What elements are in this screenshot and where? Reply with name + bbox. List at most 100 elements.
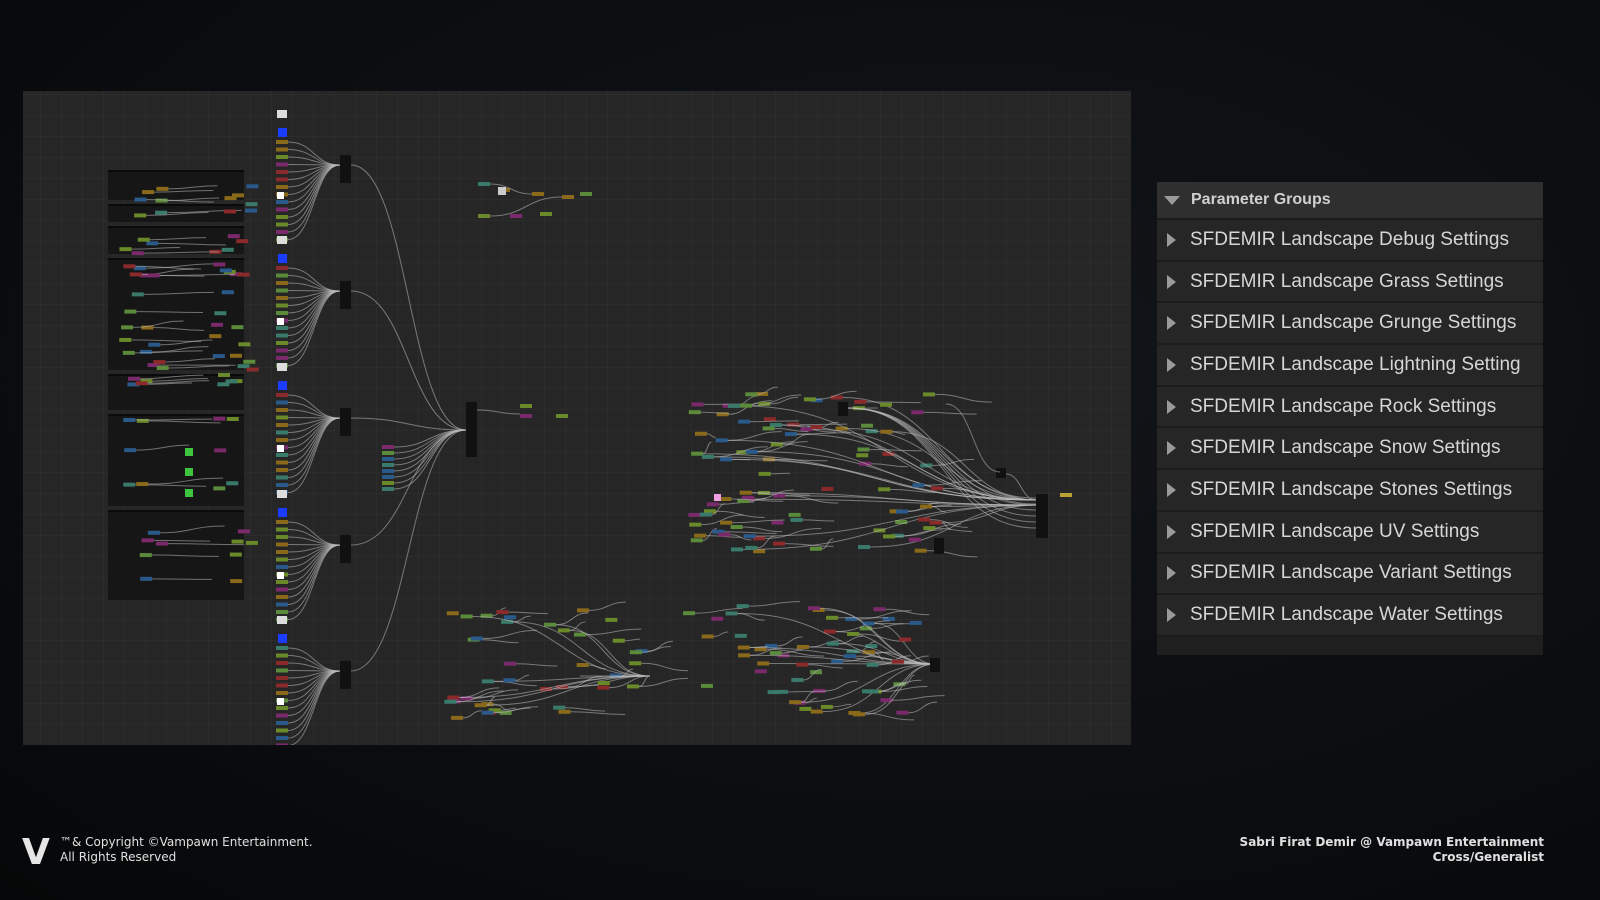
parameter-node[interactable] <box>276 393 288 397</box>
parameter-node[interactable] <box>701 454 714 459</box>
parameter-node[interactable] <box>544 622 557 627</box>
parameter-node[interactable] <box>276 400 288 405</box>
parameter-node[interactable] <box>909 620 922 625</box>
parameter-node[interactable] <box>153 360 166 365</box>
parameter-node[interactable] <box>873 607 886 612</box>
parameter-node[interactable] <box>218 372 231 377</box>
parameter-node[interactable] <box>763 417 776 422</box>
parameter-node[interactable] <box>727 403 740 408</box>
parameter-node[interactable] <box>558 709 571 714</box>
parameter-node[interactable] <box>856 453 869 458</box>
parameter-node[interactable] <box>478 214 490 218</box>
parameter-node[interactable] <box>213 416 226 421</box>
parameter-node[interactable] <box>810 709 823 714</box>
parameter-node[interactable] <box>771 520 784 525</box>
parameter-node[interactable] <box>861 423 874 428</box>
parameter-node[interactable] <box>791 677 804 682</box>
parameter-node[interactable] <box>276 326 288 330</box>
parameter-node[interactable] <box>481 710 494 715</box>
parameter-node[interactable] <box>382 457 394 461</box>
parameter-node[interactable] <box>701 634 714 639</box>
parameter-node[interactable] <box>738 653 751 658</box>
expand-arrow-icon[interactable] <box>1167 316 1176 331</box>
white-node[interactable] <box>277 698 284 705</box>
parameter-node[interactable] <box>134 213 147 218</box>
parameter-node[interactable] <box>725 611 738 616</box>
parameter-node[interactable] <box>276 207 288 212</box>
parameter-node[interactable] <box>914 548 927 553</box>
parameter-node[interactable] <box>896 509 909 514</box>
expand-arrow-icon[interactable] <box>1167 274 1176 289</box>
parameter-node[interactable] <box>880 429 893 434</box>
parameter-node[interactable] <box>276 668 288 673</box>
output-node[interactable] <box>1036 494 1048 538</box>
parameter-node[interactable] <box>382 445 394 449</box>
parameter-node[interactable] <box>276 356 288 360</box>
parameter-node[interactable] <box>694 431 707 436</box>
material-graph-canvas[interactable] <box>23 91 1131 745</box>
parameter-node[interactable] <box>276 415 288 420</box>
parameter-node[interactable] <box>734 633 747 638</box>
parameter-node[interactable] <box>214 448 227 453</box>
parameter-node[interactable] <box>243 359 256 364</box>
parameter-node[interactable] <box>226 481 239 486</box>
parameter-group-item[interactable]: SFDEMIR Landscape Grass Settings <box>1157 261 1543 304</box>
parameter-node[interactable] <box>276 580 288 584</box>
parameter-node[interactable] <box>866 689 879 694</box>
parameter-node[interactable] <box>503 678 516 683</box>
parameter-node[interactable] <box>221 247 234 252</box>
texture-node[interactable] <box>277 363 287 371</box>
parameter-node[interactable] <box>276 296 288 300</box>
parameter-node[interactable] <box>775 689 788 694</box>
parameter-node[interactable] <box>460 614 473 619</box>
parameter-node[interactable] <box>796 662 809 667</box>
parameter-node[interactable] <box>230 353 243 358</box>
parameter-node[interactable] <box>276 170 288 174</box>
parameter-node[interactable] <box>276 520 288 524</box>
parameter-node[interactable] <box>720 457 733 462</box>
parameter-node[interactable] <box>504 661 517 666</box>
parameter-node[interactable] <box>276 527 288 532</box>
parameter-node[interactable] <box>922 392 935 397</box>
parameter-node[interactable] <box>230 579 243 584</box>
parameter-node[interactable] <box>745 449 758 454</box>
parameter-node[interactable] <box>141 538 154 543</box>
expand-arrow-icon[interactable] <box>1167 357 1176 372</box>
parameter-node[interactable] <box>738 419 751 424</box>
parameter-node[interactable] <box>276 273 288 278</box>
parameter-node[interactable] <box>920 504 933 509</box>
parameter-node[interactable] <box>276 550 288 554</box>
hub-node[interactable] <box>934 538 944 554</box>
parameter-node[interactable] <box>124 309 137 314</box>
parameter-node[interactable] <box>715 438 728 443</box>
parameter-node[interactable] <box>826 615 839 620</box>
parameter-node[interactable] <box>737 645 750 650</box>
parameter-node[interactable] <box>807 606 820 611</box>
parameter-node[interactable] <box>790 517 803 522</box>
parameter-node[interactable] <box>136 482 149 487</box>
parameter-node[interactable] <box>131 292 144 297</box>
parameter-node[interactable] <box>225 379 238 384</box>
expand-arrow-icon[interactable] <box>1167 566 1176 581</box>
parameter-node[interactable] <box>576 662 589 667</box>
parameter-node[interactable] <box>470 636 483 641</box>
color-node[interactable] <box>185 489 193 497</box>
parameter-node[interactable] <box>629 650 642 655</box>
parameter-node[interactable] <box>135 381 148 386</box>
parameter-node[interactable] <box>236 239 249 244</box>
parameter-node[interactable] <box>276 147 288 152</box>
parameter-node[interactable] <box>276 423 288 427</box>
parameter-node[interactable] <box>124 448 137 453</box>
texture-node[interactable] <box>277 616 287 624</box>
parameter-node[interactable] <box>213 262 226 267</box>
parameter-node[interactable] <box>276 661 288 665</box>
parameter-node[interactable] <box>382 469 394 473</box>
parameter-node[interactable] <box>276 333 288 338</box>
collapse-arrow-icon[interactable] <box>1164 195 1180 205</box>
parameter-node[interactable] <box>276 468 288 472</box>
parameter-node[interactable] <box>879 402 892 407</box>
parameter-node[interactable] <box>826 641 839 646</box>
parameter-node[interactable] <box>745 545 758 550</box>
color-node[interactable] <box>278 508 287 517</box>
parameter-node[interactable] <box>504 615 517 620</box>
